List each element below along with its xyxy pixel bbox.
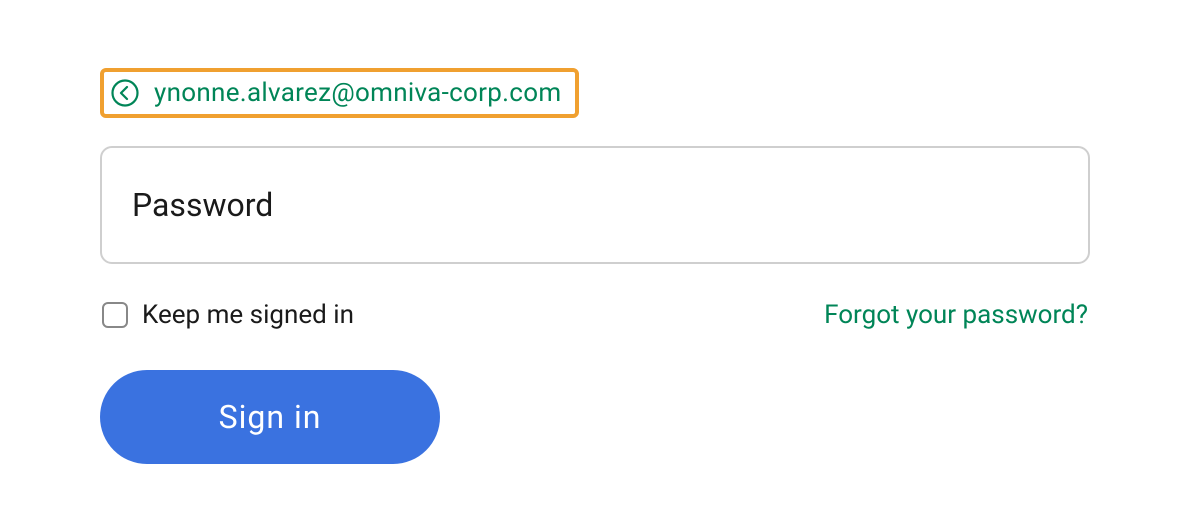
forgot-password-link[interactable]: Forgot your password? — [824, 300, 1088, 330]
signin-form: ynonne.alvarez@omniva-corp.com Keep me s… — [100, 68, 1090, 464]
email-back-row[interactable]: ynonne.alvarez@omniva-corp.com — [100, 68, 579, 118]
checkbox-icon — [102, 302, 128, 328]
options-row: Keep me signed in Forgot your password? — [100, 300, 1090, 330]
keep-signed-in-toggle[interactable]: Keep me signed in — [102, 300, 354, 330]
account-email: ynonne.alvarez@omniva-corp.com — [154, 78, 561, 108]
back-chevron-icon — [110, 78, 140, 108]
signin-button[interactable]: Sign in — [100, 370, 440, 464]
keep-signed-in-label: Keep me signed in — [142, 300, 354, 330]
password-input[interactable] — [100, 146, 1090, 264]
